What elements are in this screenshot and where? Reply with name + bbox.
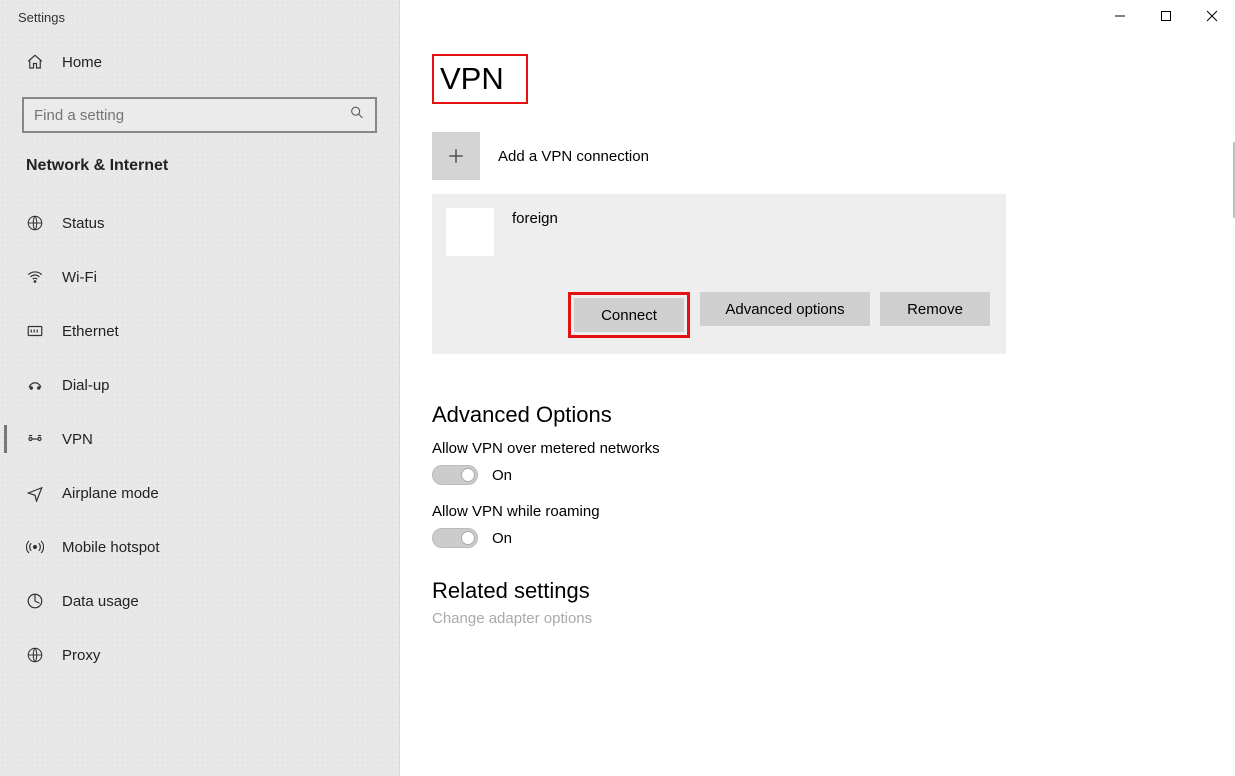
vpn-connection-icon bbox=[446, 208, 494, 256]
roaming-option-label: Allow VPN while roaming bbox=[432, 503, 1235, 520]
metered-toggle[interactable] bbox=[432, 465, 478, 485]
sidebar-item-wifi[interactable]: Wi-Fi bbox=[0, 253, 399, 301]
home-icon bbox=[26, 53, 44, 71]
roaming-toggle-row: On bbox=[432, 528, 1235, 548]
add-vpn-row[interactable]: Add a VPN connection bbox=[432, 132, 1235, 180]
sidebar-item-label: Status bbox=[62, 215, 105, 232]
metered-toggle-row: On bbox=[432, 465, 1235, 485]
search-input[interactable] bbox=[22, 97, 377, 133]
page-title: VPN bbox=[432, 54, 528, 104]
metered-option-label: Allow VPN over metered networks bbox=[432, 440, 1235, 457]
dialup-icon bbox=[26, 376, 44, 394]
sidebar-nav: Status Wi-Fi Ethernet Dial-up VPN bbox=[0, 199, 399, 679]
sidebar-item-label: Data usage bbox=[62, 593, 139, 610]
connect-button[interactable]: Connect bbox=[574, 298, 684, 332]
related-settings-heading: Related settings bbox=[432, 578, 1235, 604]
vpn-connection-panel[interactable]: foreign Connect Advanced options Remove bbox=[432, 194, 1006, 354]
sidebar-item-proxy[interactable]: Proxy bbox=[0, 631, 399, 679]
sidebar-item-label: Wi-Fi bbox=[62, 269, 97, 286]
wifi-icon bbox=[26, 268, 44, 286]
sidebar-item-status[interactable]: Status bbox=[0, 199, 399, 247]
proxy-icon bbox=[26, 646, 44, 664]
sidebar-item-label: Proxy bbox=[62, 647, 100, 664]
sidebar-item-airplane[interactable]: Airplane mode bbox=[0, 469, 399, 517]
vpn-connection-actions: Connect Advanced options Remove bbox=[446, 292, 990, 338]
ethernet-icon bbox=[26, 322, 44, 340]
advanced-options-heading: Advanced Options bbox=[432, 402, 1235, 428]
sidebar-home[interactable]: Home bbox=[0, 47, 399, 79]
sidebar-item-label: Mobile hotspot bbox=[62, 539, 160, 556]
hotspot-icon bbox=[26, 538, 44, 556]
advanced-options-button[interactable]: Advanced options bbox=[700, 292, 870, 326]
roaming-toggle[interactable] bbox=[432, 528, 478, 548]
search-wrap bbox=[22, 97, 377, 133]
sidebar-item-label: VPN bbox=[62, 431, 93, 448]
airplane-icon bbox=[26, 484, 44, 502]
sidebar-item-label: Airplane mode bbox=[62, 485, 159, 502]
roaming-toggle-state: On bbox=[492, 530, 512, 547]
sidebar-item-datausage[interactable]: Data usage bbox=[0, 577, 399, 625]
change-adapter-link[interactable]: Change adapter options bbox=[432, 610, 1235, 627]
sidebar-item-label: Ethernet bbox=[62, 323, 119, 340]
sidebar-home-label: Home bbox=[62, 54, 102, 71]
sidebar-item-ethernet[interactable]: Ethernet bbox=[0, 307, 399, 355]
sidebar-category: Network & Internet bbox=[0, 157, 399, 193]
add-vpn-label: Add a VPN connection bbox=[498, 148, 649, 165]
data-usage-icon bbox=[26, 592, 44, 610]
main-content: VPN Add a VPN connection foreign Connect… bbox=[400, 0, 1235, 776]
sidebar: Settings Home Network & Internet Status … bbox=[0, 0, 400, 776]
sidebar-item-dialup[interactable]: Dial-up bbox=[0, 361, 399, 409]
sidebar-item-label: Dial-up bbox=[62, 377, 110, 394]
sidebar-item-vpn[interactable]: VPN bbox=[0, 415, 399, 463]
vpn-connection-header: foreign bbox=[446, 208, 990, 256]
window-title: Settings bbox=[0, 4, 399, 47]
connect-highlight: Connect bbox=[568, 292, 690, 338]
vpn-icon bbox=[26, 430, 44, 448]
metered-toggle-state: On bbox=[492, 467, 512, 484]
remove-button[interactable]: Remove bbox=[880, 292, 990, 326]
status-icon bbox=[26, 214, 44, 232]
sidebar-item-hotspot[interactable]: Mobile hotspot bbox=[0, 523, 399, 571]
search-icon bbox=[349, 105, 365, 126]
vpn-connection-name: foreign bbox=[512, 208, 558, 227]
plus-icon bbox=[432, 132, 480, 180]
